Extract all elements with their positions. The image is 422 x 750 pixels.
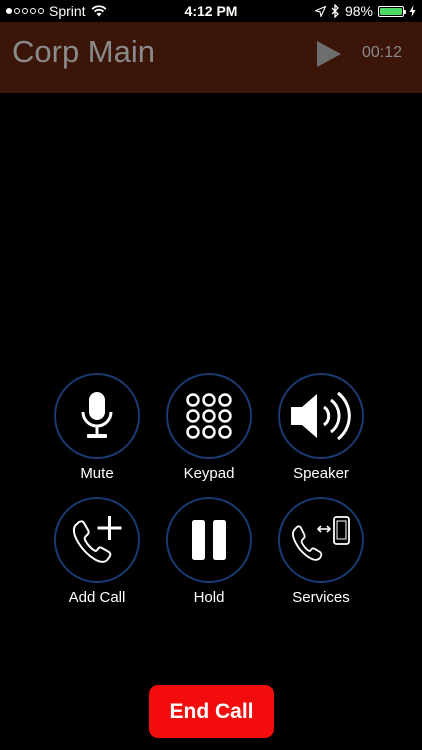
battery-icon [378, 5, 406, 17]
services-button-ring[interactable] [278, 497, 364, 583]
keypad-icon [186, 393, 232, 439]
battery-level-fill [380, 7, 402, 15]
speaker-button[interactable]: Speaker [266, 373, 378, 493]
mute-label: Mute [80, 465, 114, 482]
battery-percent: 98% [344, 3, 373, 19]
keypad-button-ring[interactable] [166, 373, 252, 459]
keypad-label: Keypad [183, 465, 235, 482]
status-right: 98% [314, 3, 416, 19]
hold-button[interactable]: Hold [154, 497, 266, 617]
play-icon[interactable] [314, 39, 344, 69]
keypad-button[interactable]: Keypad [154, 373, 266, 493]
bluetooth-icon [331, 4, 339, 18]
speaker-button-ring[interactable] [278, 373, 364, 459]
mute-button[interactable]: Mute [42, 373, 154, 493]
charging-bolt-icon [409, 5, 416, 17]
add-call-icon [72, 516, 122, 563]
add-call-label: Add Call [68, 589, 126, 606]
services-button[interactable]: Services [266, 497, 378, 617]
location-arrow-icon [314, 5, 326, 17]
speaker-icon [291, 391, 351, 441]
hold-button-ring[interactable] [166, 497, 252, 583]
hold-label: Hold [193, 589, 225, 606]
end-call-button[interactable]: End Call [149, 685, 274, 738]
call-timer: 00:12 [362, 44, 403, 61]
call-header: Corp Main 00:12 [0, 22, 422, 93]
add-call-button[interactable]: Add Call [42, 497, 154, 617]
status-bar: Sprint 4:12 PM 98% [0, 0, 422, 22]
call-title: Corp Main [12, 34, 155, 69]
speaker-label: Speaker [293, 465, 349, 482]
mute-button-ring[interactable] [54, 373, 140, 459]
transfer-to-phone-icon [292, 516, 350, 561]
add-call-button-ring[interactable] [54, 497, 140, 583]
microphone-icon [81, 392, 113, 438]
pause-icon [192, 520, 226, 560]
services-label: Services [292, 589, 350, 606]
